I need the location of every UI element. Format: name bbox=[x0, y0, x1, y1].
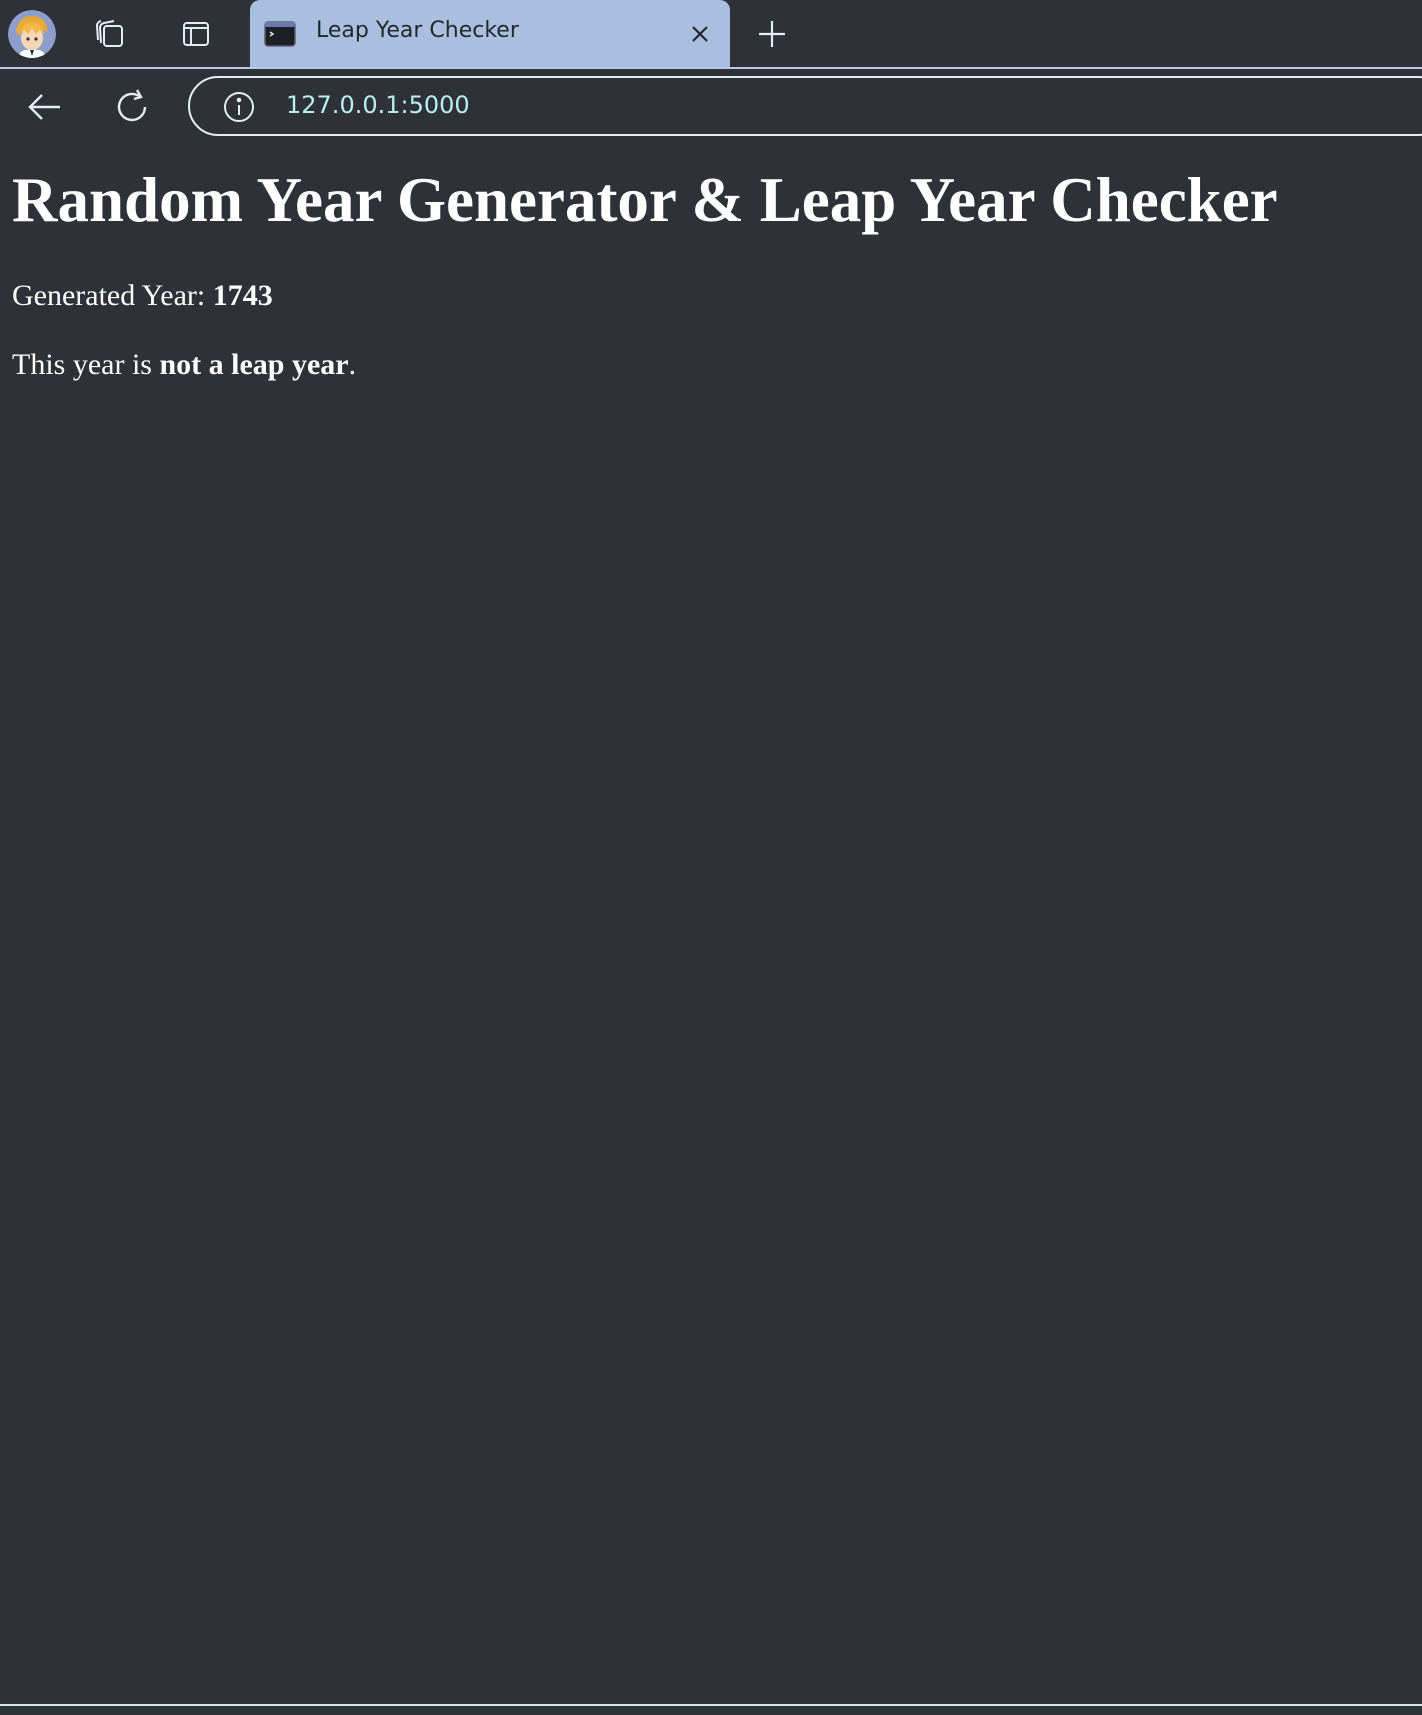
tab-leap-year-checker[interactable]: Leap Year Checker bbox=[250, 0, 730, 67]
plus-icon bbox=[759, 21, 785, 47]
leap-year-result-line: This year is not a leap year. bbox=[12, 348, 356, 382]
url-text: 127.0.0.1:5000 bbox=[286, 91, 470, 119]
tab-actions-icon[interactable] bbox=[176, 14, 216, 54]
profile-avatar[interactable] bbox=[8, 10, 56, 58]
info-icon[interactable] bbox=[222, 90, 256, 124]
generated-year-label: Generated Year: bbox=[12, 279, 206, 312]
browser-window: Leap Year Checker 127.0.0.1:5000 Random … bbox=[0, 0, 1422, 1715]
address-bar[interactable]: 127.0.0.1:5000 bbox=[188, 76, 1422, 136]
back-button[interactable] bbox=[22, 85, 66, 129]
close-icon[interactable] bbox=[686, 20, 714, 48]
avatar-image bbox=[8, 10, 56, 58]
generated-year-line: Generated Year: 1743 bbox=[12, 279, 273, 313]
generated-year-value: 1743 bbox=[212, 279, 273, 312]
page-title: Random Year Generator & Leap Year Checke… bbox=[12, 165, 1278, 235]
refresh-button[interactable] bbox=[110, 85, 154, 129]
bottom-divider bbox=[0, 1704, 1422, 1706]
workspaces-icon[interactable] bbox=[90, 14, 130, 54]
tab-strip: Leap Year Checker bbox=[0, 0, 1422, 69]
result-suffix: . bbox=[348, 348, 357, 381]
navigation-toolbar: 127.0.0.1:5000 bbox=[0, 69, 1422, 144]
new-tab-button[interactable] bbox=[754, 16, 790, 52]
result-value: not a leap year bbox=[159, 348, 349, 381]
page-content: Random Year Generator & Leap Year Checke… bbox=[0, 144, 1422, 1704]
back-arrow-icon bbox=[28, 94, 60, 120]
terminal-favicon-icon bbox=[264, 20, 296, 48]
refresh-icon bbox=[117, 89, 147, 122]
tab-title: Leap Year Checker bbox=[316, 18, 519, 43]
result-prefix: This year is bbox=[12, 348, 152, 381]
